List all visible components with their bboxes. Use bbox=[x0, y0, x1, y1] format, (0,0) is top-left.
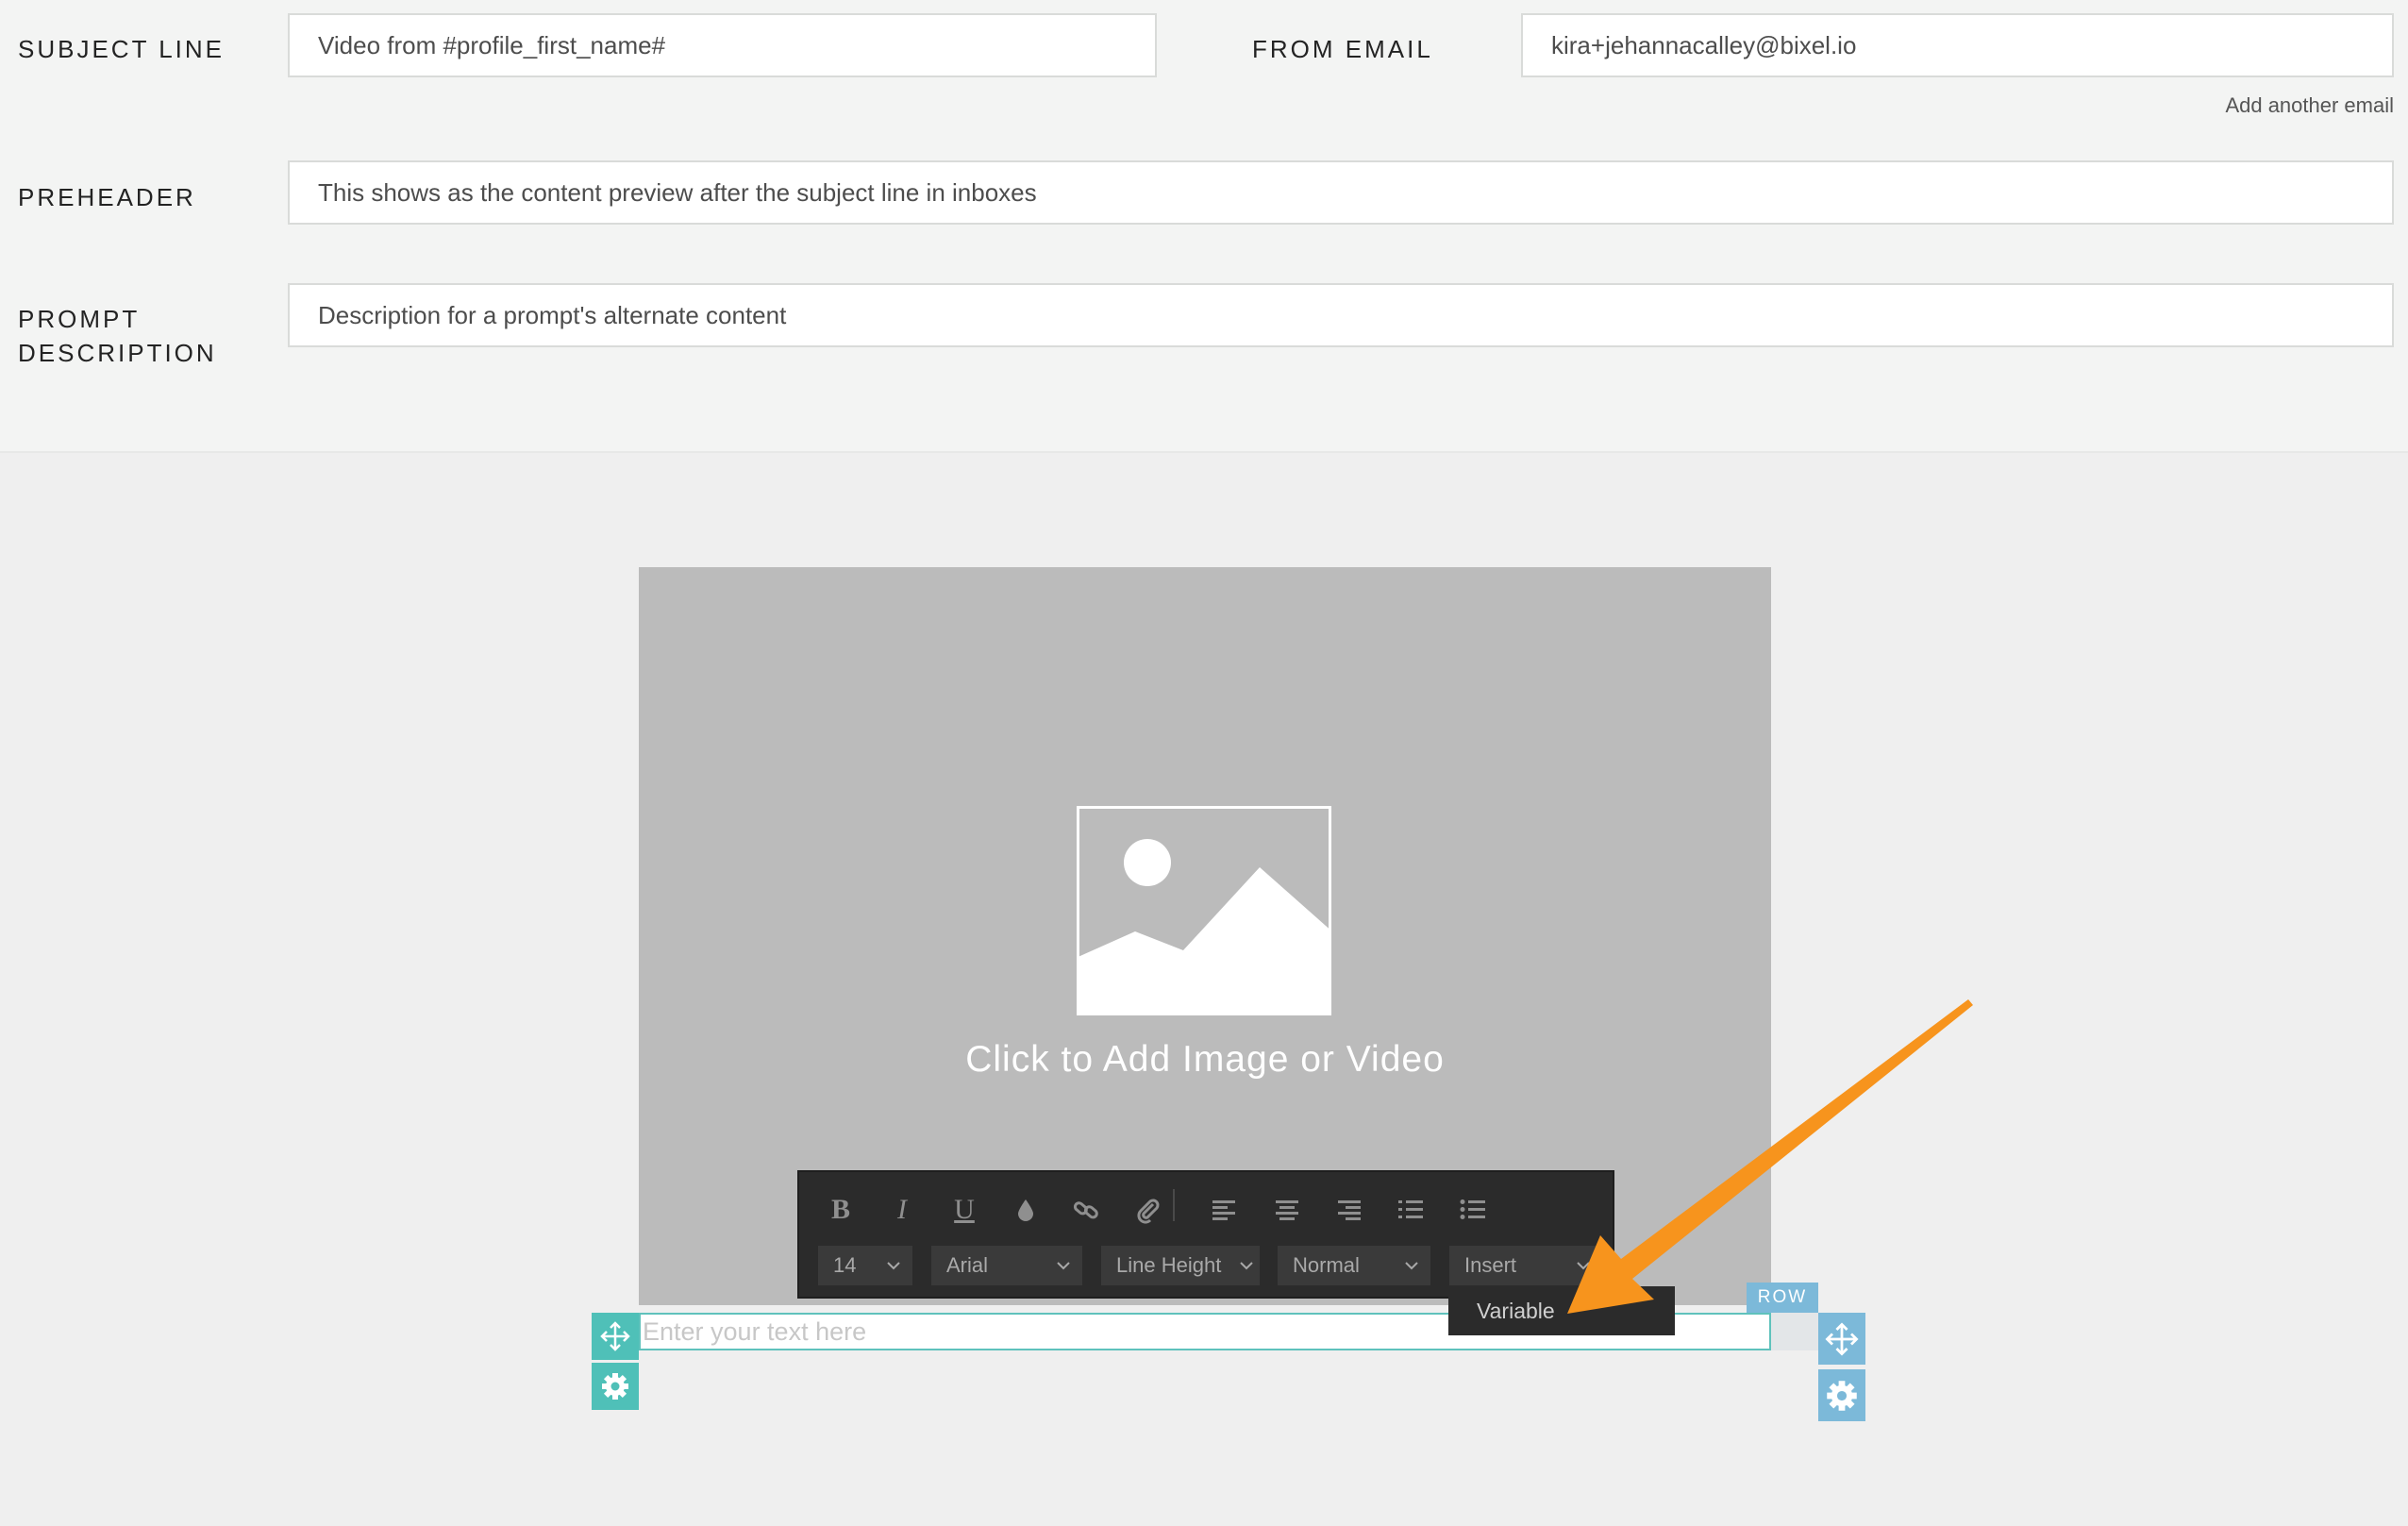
move-block-handle[interactable] bbox=[592, 1313, 639, 1360]
chevron-down-icon bbox=[887, 1262, 900, 1270]
align-left-icon[interactable] bbox=[1205, 1191, 1243, 1229]
italic-icon[interactable]: I bbox=[883, 1191, 921, 1229]
chevron-down-icon bbox=[1240, 1262, 1253, 1270]
gear-icon bbox=[602, 1373, 628, 1400]
text-color-icon[interactable] bbox=[1007, 1191, 1045, 1229]
font-size-value: 14 bbox=[833, 1253, 857, 1277]
text-block-placeholder: Enter your text here bbox=[643, 1317, 867, 1346]
from-email-label: FROM EMAIL bbox=[1252, 35, 1433, 63]
underline-icon[interactable]: U bbox=[945, 1191, 983, 1229]
insert-value: Insert bbox=[1464, 1253, 1517, 1277]
move-arrows-icon bbox=[1825, 1321, 1859, 1356]
insert-select[interactable]: Insert bbox=[1449, 1246, 1602, 1285]
ordered-list-icon[interactable] bbox=[1392, 1191, 1430, 1229]
paragraph-style-value: Normal bbox=[1293, 1253, 1360, 1277]
font-size-select[interactable]: 14 bbox=[818, 1246, 912, 1285]
chevron-down-icon bbox=[1405, 1262, 1418, 1270]
prompt-description-input[interactable] bbox=[288, 283, 2394, 347]
preheader-label: PREHEADER bbox=[18, 183, 196, 211]
from-email-input[interactable] bbox=[1521, 13, 2394, 77]
line-height-select[interactable]: Line Height bbox=[1101, 1246, 1260, 1285]
subject-line-label: SUBJECT LINE bbox=[18, 35, 226, 63]
row-settings-button[interactable] bbox=[1818, 1369, 1865, 1421]
row-tag: ROW bbox=[1747, 1283, 1818, 1313]
block-settings-button[interactable] bbox=[592, 1363, 639, 1410]
bold-icon[interactable]: B bbox=[822, 1191, 860, 1229]
attachment-icon[interactable] bbox=[1129, 1191, 1167, 1229]
prompt-description-label-line2: DESCRIPTION bbox=[18, 339, 217, 367]
font-family-value: Arial bbox=[946, 1253, 989, 1277]
move-arrows-icon bbox=[600, 1321, 630, 1351]
line-height-value: Line Height bbox=[1116, 1253, 1222, 1277]
align-right-icon[interactable] bbox=[1330, 1191, 1368, 1229]
align-center-icon[interactable] bbox=[1268, 1191, 1306, 1229]
row-edge bbox=[1771, 1313, 1818, 1350]
email-settings-panel: SUBJECT LINE FROM EMAIL Add another emai… bbox=[0, 0, 2408, 453]
add-image-caption: Click to Add Image or Video bbox=[965, 1039, 1445, 1080]
preheader-input[interactable] bbox=[288, 160, 2394, 225]
move-row-handle[interactable] bbox=[1818, 1313, 1865, 1365]
add-another-email-link[interactable]: Add another email bbox=[2225, 93, 2394, 118]
bulleted-list-icon[interactable] bbox=[1454, 1191, 1492, 1229]
toolbar-divider bbox=[1173, 1189, 1175, 1221]
gear-icon bbox=[1827, 1380, 1857, 1411]
link-icon[interactable] bbox=[1067, 1191, 1105, 1229]
insert-menu-item-variable[interactable]: Variable bbox=[1448, 1286, 1675, 1335]
font-family-select[interactable]: Arial bbox=[931, 1246, 1082, 1285]
chevron-down-icon bbox=[1057, 1262, 1070, 1270]
text-formatting-toolbar: B I U 14 Arial Line Height Normal Insert bbox=[797, 1170, 1614, 1299]
paragraph-style-select[interactable]: Normal bbox=[1278, 1246, 1430, 1285]
chevron-down-icon bbox=[1577, 1262, 1590, 1270]
subject-line-input[interactable] bbox=[288, 13, 1157, 77]
prompt-description-label-line1: PROMPT bbox=[18, 305, 141, 333]
image-placeholder-icon bbox=[1077, 806, 1331, 1015]
